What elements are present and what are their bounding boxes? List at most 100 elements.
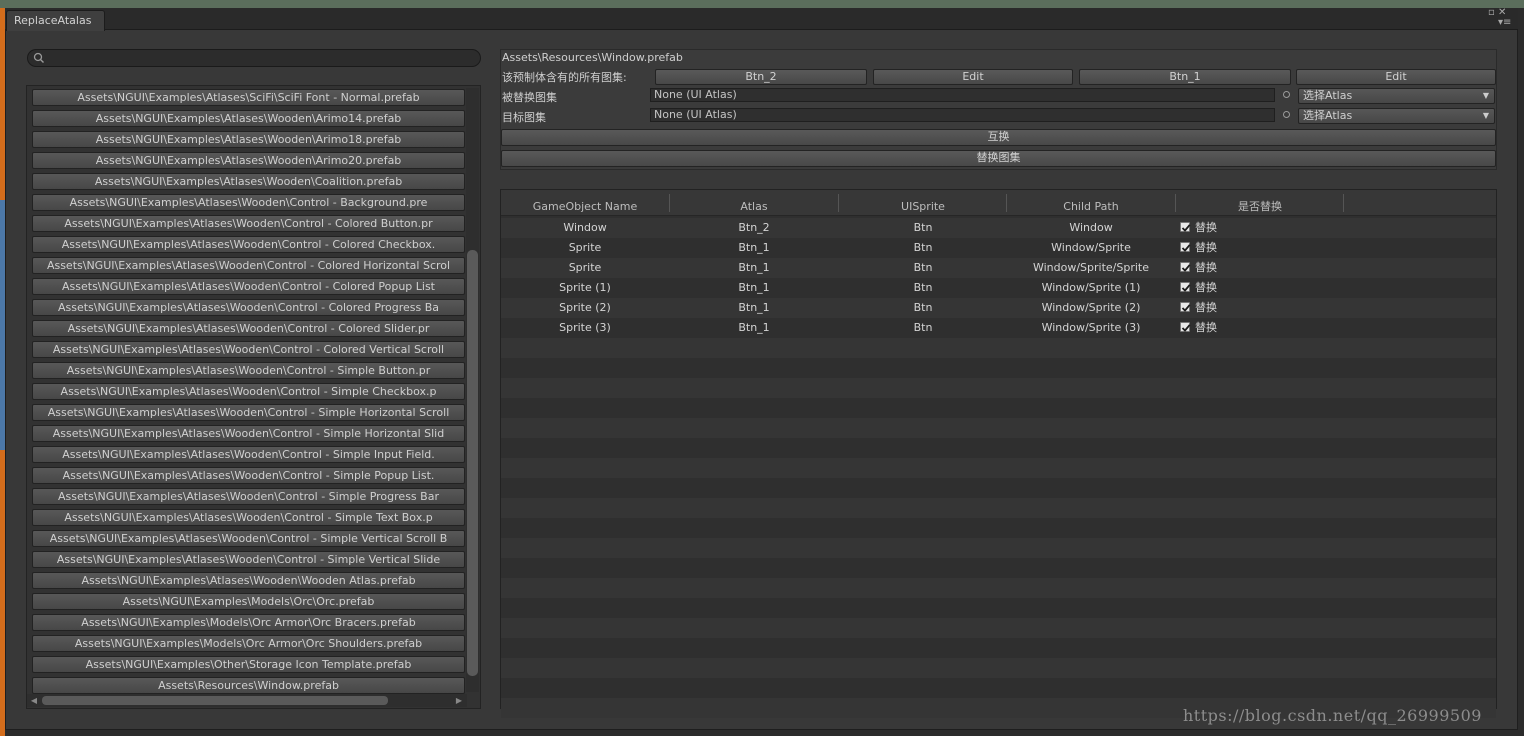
swap-button[interactable]: 互换 <box>501 129 1496 146</box>
atlas-btn2-button[interactable]: Btn_2 <box>655 69 867 85</box>
cell-gameobject-name: Sprite <box>568 261 602 274</box>
prefab-list-item[interactable]: Assets\NGUI\Examples\Atlases\Wooden\Cont… <box>32 530 465 547</box>
prefab-list-item[interactable]: Assets\NGUI\Examples\Atlases\Wooden\Cont… <box>32 257 465 274</box>
prefab-list-item[interactable]: Assets\NGUI\Examples\Atlases\Wooden\Coal… <box>32 173 465 190</box>
prefab-list-item[interactable]: Assets\NGUI\Examples\Atlases\Wooden\Cont… <box>32 278 465 295</box>
table-row-stripe <box>501 458 1496 478</box>
prefab-list-item[interactable]: Assets\NGUI\Examples\Atlases\Wooden\Arim… <box>32 131 465 148</box>
column-header-uisprite[interactable]: UISprite <box>839 196 1007 216</box>
prefab-list-item[interactable]: Assets\NGUI\Examples\Atlases\Wooden\Cont… <box>32 194 465 211</box>
replace-checkbox[interactable] <box>1180 282 1191 292</box>
cell-uisprite: Btn <box>913 261 933 274</box>
prefab-list-item[interactable]: Assets\NGUI\Examples\Atlases\Wooden\Cont… <box>32 425 465 442</box>
table-row-stripe <box>501 378 1496 398</box>
prefab-list-item[interactable]: Assets\NGUI\Examples\Models\Orc Armor\Or… <box>32 635 465 652</box>
prefab-list-item[interactable]: Assets\NGUI\Examples\Atlases\Wooden\Arim… <box>32 110 465 127</box>
replaced-atlas-dropdown-label: 选择Atlas <box>1303 89 1353 102</box>
cell-uisprite: Btn <box>913 241 933 254</box>
prefab-list-item[interactable]: Assets\NGUI\Examples\Atlases\Wooden\Cont… <box>32 299 465 316</box>
scroll-left-icon[interactable]: ◀ <box>28 694 40 707</box>
prefab-list-item[interactable]: Assets\NGUI\Examples\Models\Orc Armor\Or… <box>32 614 465 631</box>
prefab-list-item[interactable]: Assets\NGUI\Examples\Atlases\Wooden\Cont… <box>32 341 465 358</box>
column-header-child-path[interactable]: Child Path <box>1007 196 1175 216</box>
table-row-stripe <box>501 398 1496 418</box>
replaced-atlas-dropdown[interactable]: 选择Atlas ▼ <box>1298 88 1495 104</box>
table-row-stripe <box>501 638 1496 658</box>
target-atlas-dropdown[interactable]: 选择Atlas ▼ <box>1298 108 1495 124</box>
prefab-list-item[interactable]: Assets\NGUI\Examples\Atlases\SciFi\SciFi… <box>32 89 465 106</box>
prefab-list-item[interactable]: Assets\NGUI\Examples\Atlases\Wooden\Cont… <box>32 509 465 526</box>
tab-strip <box>5 8 1518 30</box>
tab-replace-atalas[interactable]: ReplaceAtalas <box>6 10 105 31</box>
prefab-list-item[interactable]: Assets\NGUI\Examples\Atlases\Wooden\Arim… <box>32 152 465 169</box>
replace-checkbox[interactable] <box>1180 242 1191 252</box>
table-row-stripe <box>501 478 1496 498</box>
cell-uisprite: Btn <box>913 221 933 234</box>
cell-atlas: Btn_1 <box>738 301 770 314</box>
scroll-right-icon[interactable]: ▶ <box>453 694 465 707</box>
search-input[interactable] <box>27 49 481 67</box>
cell-child-path: Window/Sprite/Sprite <box>1032 261 1150 274</box>
table-row-stripe <box>501 418 1496 438</box>
prefab-list-item[interactable]: Assets\NGUI\Examples\Atlases\Wooden\Cont… <box>32 446 465 463</box>
prefab-list-item[interactable]: Assets\NGUI\Examples\Atlases\Wooden\Cont… <box>32 320 465 337</box>
check-icon <box>1181 244 1191 252</box>
atlas-btn2-edit-button[interactable]: Edit <box>873 69 1073 85</box>
prefab-list-item[interactable]: Assets\NGUI\Examples\Atlases\Wooden\Cont… <box>32 236 465 253</box>
replace-checkbox[interactable] <box>1180 322 1191 332</box>
prefab-list-item[interactable]: Assets\NGUI\Examples\Models\Orc\Orc.pref… <box>32 593 465 610</box>
table-row-stripe <box>501 538 1496 558</box>
replace-checkbox[interactable] <box>1180 262 1191 272</box>
cell-child-path: Window/Sprite (1) <box>1041 281 1141 294</box>
table-row-stripe <box>501 618 1496 638</box>
replaced-atlas-picker-icon[interactable] <box>1283 91 1290 98</box>
cell-child-path: Window <box>1069 221 1113 234</box>
column-header-atlas[interactable]: Atlas <box>670 196 838 216</box>
column-header-gameobject-name[interactable]: GameObject Name <box>501 196 669 216</box>
target-atlas-picker-icon[interactable] <box>1283 111 1290 118</box>
prefab-list-item[interactable]: Assets\NGUI\Examples\Atlases\Wooden\Cont… <box>32 467 465 484</box>
cell-uisprite: Btn <box>913 281 933 294</box>
selected-prefab-path: Assets\Resources\Window.prefab <box>502 51 683 64</box>
column-header-replace[interactable]: 是否替换 <box>1176 196 1344 216</box>
atlas-btn1-edit-button[interactable]: Edit <box>1296 69 1496 85</box>
prefab-list-item[interactable]: Assets\NGUI\Examples\Atlases\Wooden\Cont… <box>32 551 465 568</box>
chevron-down-icon: ▼ <box>1482 111 1489 120</box>
replace-checkbox[interactable] <box>1180 222 1191 232</box>
list-vertical-scroll-thumb[interactable] <box>467 250 478 676</box>
prefab-list-item[interactable]: Assets\NGUI\Examples\Atlases\Wooden\Cont… <box>32 362 465 379</box>
replace-checkbox-label: 替换 <box>1195 261 1217 274</box>
target-atlas-field[interactable]: None (UI Atlas) <box>650 108 1275 122</box>
prefab-list-item[interactable]: Assets\NGUI\Examples\Atlases\Wooden\Cont… <box>32 404 465 421</box>
replace-checkbox[interactable] <box>1180 302 1191 312</box>
target-atlas-dropdown-label: 选择Atlas <box>1303 109 1353 122</box>
column-divider[interactable] <box>1343 194 1344 212</box>
prefab-list-item[interactable]: Assets\NGUI\Examples\Atlases\Wooden\Cont… <box>32 488 465 505</box>
cell-gameobject-name: Sprite (3) <box>559 321 611 334</box>
prefab-list-item[interactable]: Assets\Resources\Window.prefab <box>32 677 465 694</box>
replace-checkbox-label: 替换 <box>1195 241 1217 254</box>
cell-child-path: Window/Sprite (2) <box>1041 301 1141 314</box>
prefab-list-item[interactable]: Assets\NGUI\Examples\Atlases\Wooden\Cont… <box>32 383 465 400</box>
replace-checkbox-label: 替换 <box>1195 301 1217 314</box>
replaced-atlas-field[interactable]: None (UI Atlas) <box>650 88 1275 102</box>
cell-atlas: Btn_1 <box>738 241 770 254</box>
cell-uisprite: Btn <box>913 301 933 314</box>
prefab-list-item[interactable]: Assets\NGUI\Examples\Atlases\Wooden\Cont… <box>32 215 465 232</box>
table-row-stripe <box>501 358 1496 378</box>
table-row-stripe <box>501 578 1496 598</box>
replace-checkbox-label: 替换 <box>1195 221 1217 234</box>
cell-gameobject-name: Window <box>563 221 607 234</box>
list-horizontal-scroll-thumb[interactable] <box>42 696 388 705</box>
chevron-down-icon: ▼ <box>1482 91 1489 100</box>
check-icon <box>1181 264 1191 272</box>
table-row-stripe <box>501 438 1496 458</box>
replace-atlas-button[interactable]: 替换图集 <box>501 150 1496 167</box>
check-icon <box>1181 224 1191 232</box>
window-menu-icon[interactable]: ▾≡ <box>1498 18 1511 28</box>
prefab-list-item[interactable]: Assets\NGUI\Examples\Other\Storage Icon … <box>32 656 465 673</box>
cell-atlas: Btn_1 <box>738 261 770 274</box>
atlas-btn1-button[interactable]: Btn_1 <box>1079 69 1291 85</box>
prefab-list-item[interactable]: Assets\NGUI\Examples\Atlases\Wooden\Wood… <box>32 572 465 589</box>
atlases-label: 该预制体含有的所有图集: <box>502 71 627 84</box>
